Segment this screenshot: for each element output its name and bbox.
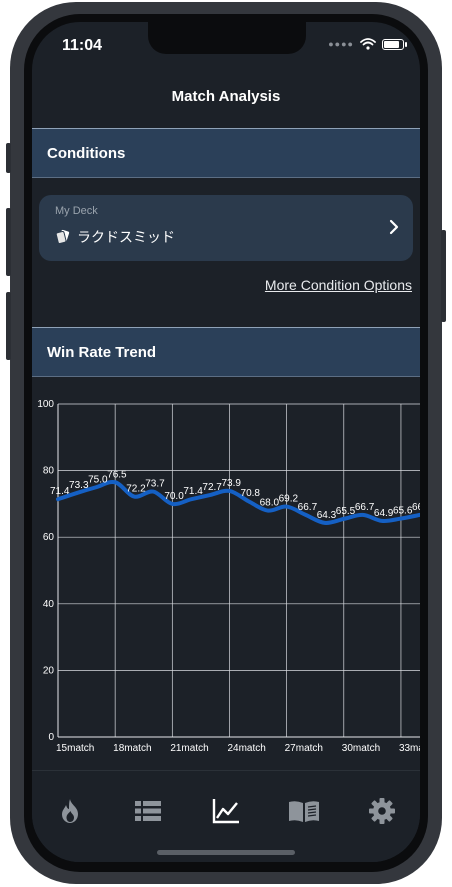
chart-data-label: 70.0	[164, 491, 184, 502]
win-rate-header-label: Win Rate Trend	[47, 343, 157, 361]
chart-xtick-label: 30match	[342, 743, 380, 754]
chevron-right-icon	[389, 219, 399, 235]
wifi-icon	[360, 38, 376, 50]
chart-data-label: 71.4	[50, 486, 70, 497]
signal-icon: ●●●●	[328, 39, 354, 49]
chart-line-icon	[212, 799, 239, 824]
chart-ytick-label: 40	[43, 599, 55, 610]
conditions-header: Conditions	[32, 128, 420, 178]
chart-data-point	[266, 509, 270, 513]
chart-xtick-label: 33mat	[399, 743, 420, 754]
status-time: 11:04	[62, 37, 103, 54]
chart-data-label: 70.8	[241, 488, 261, 499]
tab-settings[interactable]	[362, 791, 402, 831]
chart-xtick-label: 21match	[170, 743, 208, 754]
battery-icon	[382, 38, 407, 50]
chart-ytick-label: 0	[48, 732, 54, 743]
chart-xtick-label: 18match	[113, 743, 151, 754]
chart-data-label: 66.7	[355, 502, 375, 513]
list-icon	[135, 801, 161, 821]
chart-data-label: 66.7	[412, 502, 420, 513]
chart-xtick-label: 27match	[285, 743, 323, 754]
chart-data-label: 73.9	[221, 478, 241, 489]
chart-data-point	[227, 489, 231, 493]
chart-data-label: 64.9	[374, 508, 394, 519]
notch	[148, 22, 306, 54]
chart-data-label: 73.7	[145, 479, 165, 490]
chart-data-point	[342, 517, 346, 521]
more-condition-options-link[interactable]: More Condition Options	[265, 277, 412, 293]
chart-data-label: 64.3	[317, 510, 337, 521]
chart-data-point	[399, 517, 403, 521]
chart-data-point	[247, 499, 251, 503]
mute-switch	[6, 143, 11, 173]
chart-ytick-label: 80	[43, 466, 55, 477]
power-button	[441, 230, 446, 322]
tab-list[interactable]	[128, 791, 168, 831]
chart-data-point	[189, 497, 193, 501]
win-rate-header: Win Rate Trend	[32, 327, 420, 377]
tab-flame[interactable]	[50, 791, 90, 831]
chart-data-point	[132, 495, 136, 499]
tab-bar	[32, 770, 420, 862]
deck-name: ラクドスミッド	[77, 229, 175, 245]
chart-data-point	[285, 505, 289, 509]
flame-icon	[62, 799, 78, 823]
deck-selector[interactable]: My Deck ラクドスミッド	[39, 195, 413, 261]
volume-up-button	[6, 208, 11, 276]
chart-data-point	[323, 521, 327, 525]
chart-data-label: 71.4	[183, 486, 203, 497]
chart-data-point	[94, 485, 98, 489]
chart-data-label: 76.5	[107, 469, 127, 480]
home-indicator	[157, 850, 295, 855]
win-rate-chart: 0 20 40 60 80 100 15match 18match 21match 24match…	[37, 399, 420, 754]
chart-data-label: 75.0	[88, 474, 108, 485]
chart-data-label: 65.6	[393, 506, 413, 517]
chart-data-label: 69.2	[279, 494, 299, 505]
chart-data-point	[304, 513, 308, 517]
status-icons: ●●●●	[328, 38, 407, 50]
chart-data-label: 66.7	[298, 502, 318, 513]
chart-xtick-label: 15match	[56, 743, 94, 754]
chart-data-point	[170, 502, 174, 506]
chart-data-point	[75, 491, 79, 495]
chart-data-point	[380, 519, 384, 523]
conditions-header-label: Conditions	[47, 144, 126, 162]
chart-data-label: 65.5	[336, 506, 356, 517]
chart-data-point	[208, 493, 212, 497]
chart-data-point	[113, 480, 117, 484]
book-icon	[289, 801, 319, 822]
tab-book[interactable]	[284, 791, 324, 831]
chart-data-label: 73.3	[69, 480, 89, 491]
chart-data-point	[361, 513, 365, 517]
page-title: Match Analysis	[171, 88, 281, 105]
chart-ytick-label: 20	[43, 665, 55, 676]
gear-icon	[369, 798, 395, 824]
cards-icon	[55, 229, 70, 244]
chart-xtick-label: 24match	[227, 743, 265, 754]
deck-row: ラクドスミッド	[55, 227, 175, 247]
chart-data-point	[151, 490, 155, 494]
chart-data-label: 72.2	[126, 484, 146, 495]
chart-data-label: 72.7	[202, 482, 222, 493]
chart-ytick-label: 100	[37, 399, 54, 410]
chart-data-label: 68.0	[260, 498, 280, 509]
chart-data-point	[56, 497, 60, 501]
volume-down-button	[6, 292, 11, 360]
app-screen: 11:04 ●●●● Match Analysis Conditions My …	[32, 22, 420, 862]
tab-chart[interactable]	[206, 791, 246, 831]
deck-label: My Deck	[55, 205, 98, 217]
chart-ytick-label: 60	[43, 532, 55, 543]
